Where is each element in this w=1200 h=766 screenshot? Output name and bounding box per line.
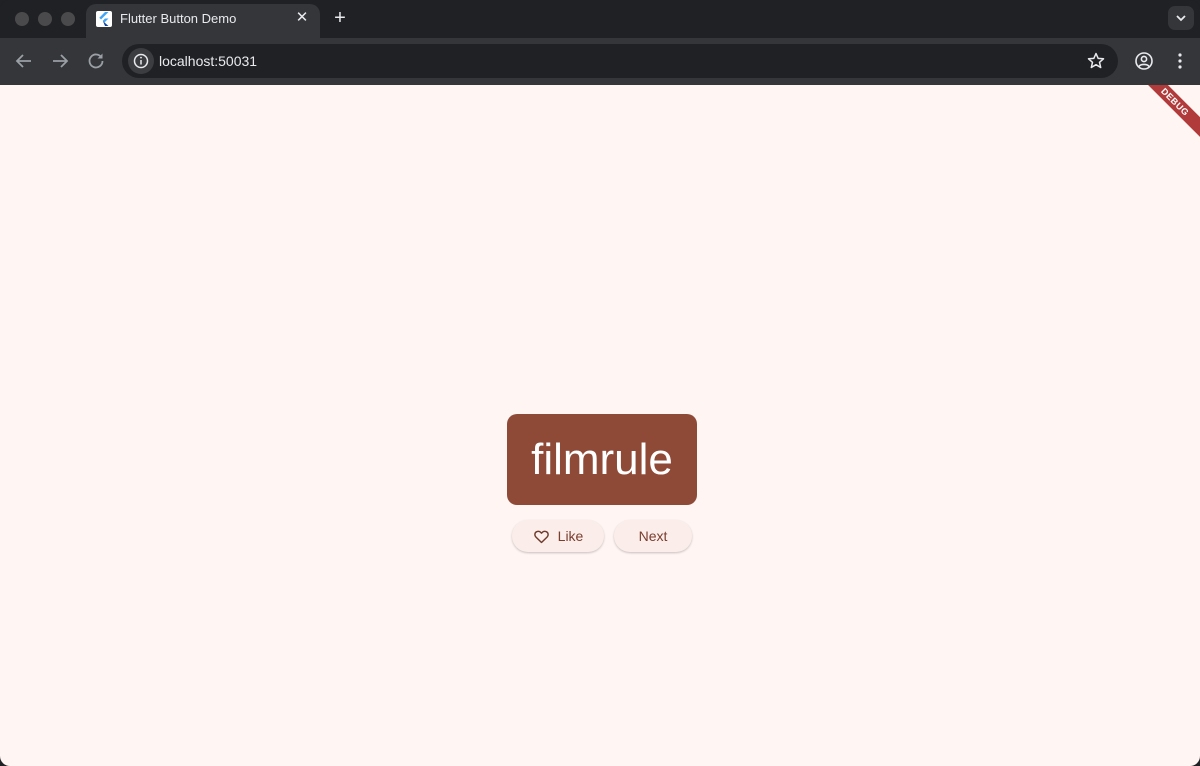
back-button[interactable] xyxy=(12,49,36,73)
next-button[interactable]: Next xyxy=(614,520,692,552)
browser-menu-button[interactable] xyxy=(1172,50,1188,72)
info-icon xyxy=(133,53,149,69)
more-vertical-icon xyxy=(1178,53,1182,69)
flutter-app-page: DEBUG filmrule Like Next xyxy=(0,85,1200,766)
forward-button[interactable] xyxy=(48,49,72,73)
tab-close-icon[interactable]: ✕ xyxy=(292,8,312,28)
word-text: filmrule xyxy=(531,434,673,484)
new-tab-icon[interactable]: + xyxy=(328,7,352,31)
account-icon xyxy=(1135,52,1153,70)
reload-button[interactable] xyxy=(84,49,108,73)
tab-flutter-button-demo[interactable]: Flutter Button Demo ✕ xyxy=(86,4,320,38)
arrow-left-icon xyxy=(15,54,31,68)
browser-toolbar: localhost:50031 xyxy=(0,38,1200,85)
chevron-down-icon xyxy=(1176,15,1186,22)
heart-outline-icon xyxy=(533,530,549,543)
tab-strip: Flutter Button Demo ✕ + xyxy=(0,0,1200,38)
close-window-button[interactable] xyxy=(15,12,29,26)
profile-button[interactable] xyxy=(1133,50,1155,72)
address-bar[interactable]: localhost:50031 xyxy=(122,44,1118,78)
url-text: localhost:50031 xyxy=(159,53,258,69)
arrow-right-icon xyxy=(53,54,69,68)
debug-banner: DEBUG xyxy=(1131,85,1200,146)
tab-search-button[interactable] xyxy=(1168,6,1194,30)
like-button[interactable]: Like xyxy=(512,520,604,552)
word-card: filmrule xyxy=(507,414,697,505)
like-button-label: Like xyxy=(557,528,584,544)
reload-icon xyxy=(88,53,104,69)
flutter-logo-icon xyxy=(96,11,112,27)
minimize-window-button[interactable] xyxy=(38,12,52,26)
tab-title: Flutter Button Demo xyxy=(120,11,237,26)
site-info-button[interactable] xyxy=(128,48,154,74)
next-button-label: Next xyxy=(638,528,668,544)
browser-window: Flutter Button Demo ✕ + localhost:50031 … xyxy=(0,0,1200,766)
maximize-window-button[interactable] xyxy=(61,12,75,26)
bookmark-star-icon[interactable] xyxy=(1086,51,1106,71)
